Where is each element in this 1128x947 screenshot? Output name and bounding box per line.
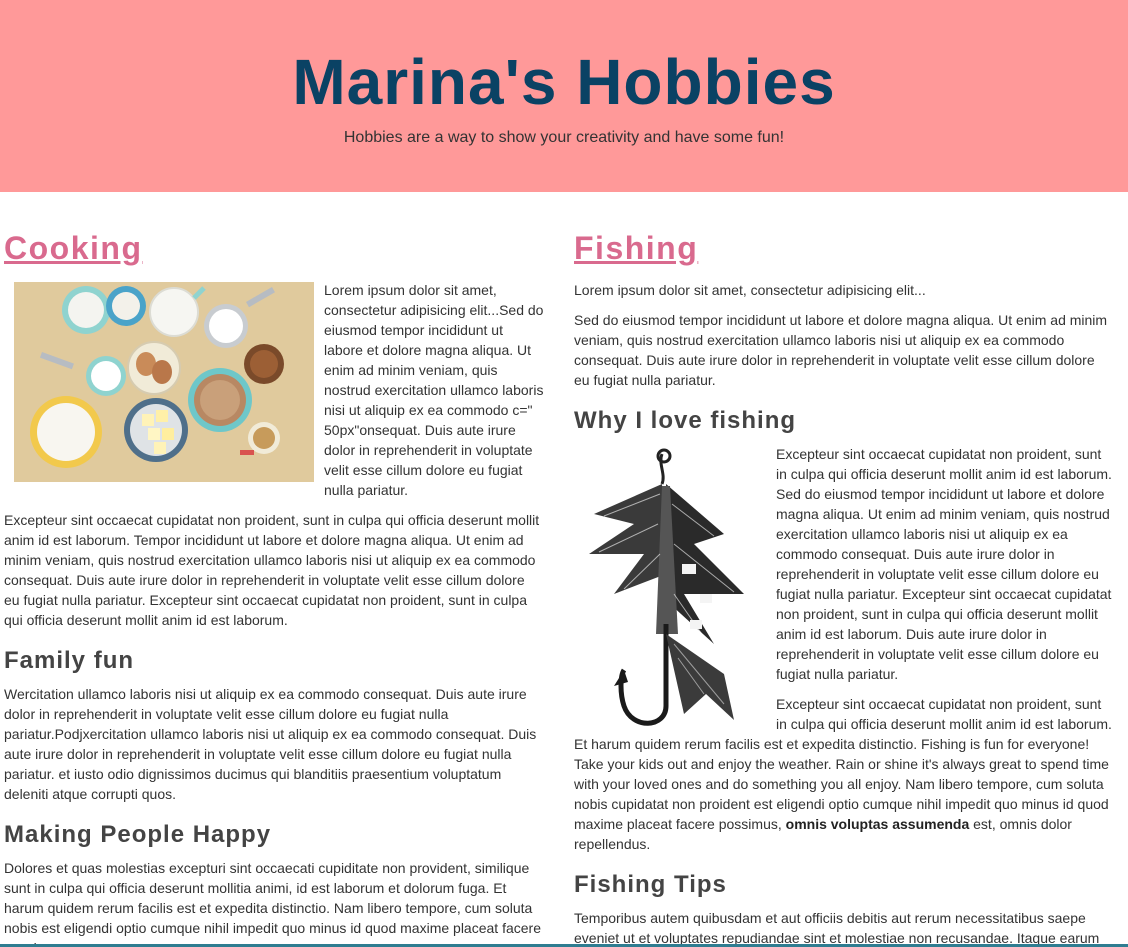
fishing-paragraph-2: Sed do eiusmod tempor incididunt ut labo… [574,312,1108,388]
fishing-heading[interactable]: Fishing [574,228,1114,268]
family-fun-text: Wercitation ullamco laboris nisi ut aliq… [4,686,537,802]
fishing-tips-heading: Fishing Tips [574,871,727,898]
cooking-section: Cooking Lorem ipsum dolor sit amet, cons… [4,228,544,947]
why-i-love-fishing-copy: Excepteur sint occaecat cupidatat non pr… [776,446,1112,682]
fishing-fly-image [574,444,764,734]
cooking-ingredients-image [14,282,314,482]
making-people-happy-text: Dolores et quas molestias excepturi sint… [4,860,541,947]
fishing-intro-text: Lorem ipsum dolor sit amet, consectetur … [574,282,926,298]
site-header: Marina's Hobbies Hobbies are a way to sh… [0,0,1128,192]
fishing-fun-text-bold: omnis voluptas assumenda [785,816,970,832]
fishing-section: Fishing Lorem ipsum dolor sit amet, cons… [574,228,1114,947]
cooking-paragraph-2: Excepteur sint occaecat cupidatat non pr… [4,512,540,628]
cooking-heading[interactable]: Cooking [4,228,544,268]
site-title: Marina's Hobbies [292,46,836,118]
why-i-love-fishing-text: Excepteur sint occaecat cupidatat non pr… [574,444,1114,726]
fishing-tips-text: Temporibus autem quibusdam et aut offici… [574,910,1100,946]
making-people-happy-heading: Making People Happy [4,821,272,848]
site-tagline: Hobbies are a way to show your creativit… [343,129,785,146]
why-i-love-fishing-heading: Why I love fishing [574,407,797,434]
family-fun-heading: Family fun [4,647,135,674]
